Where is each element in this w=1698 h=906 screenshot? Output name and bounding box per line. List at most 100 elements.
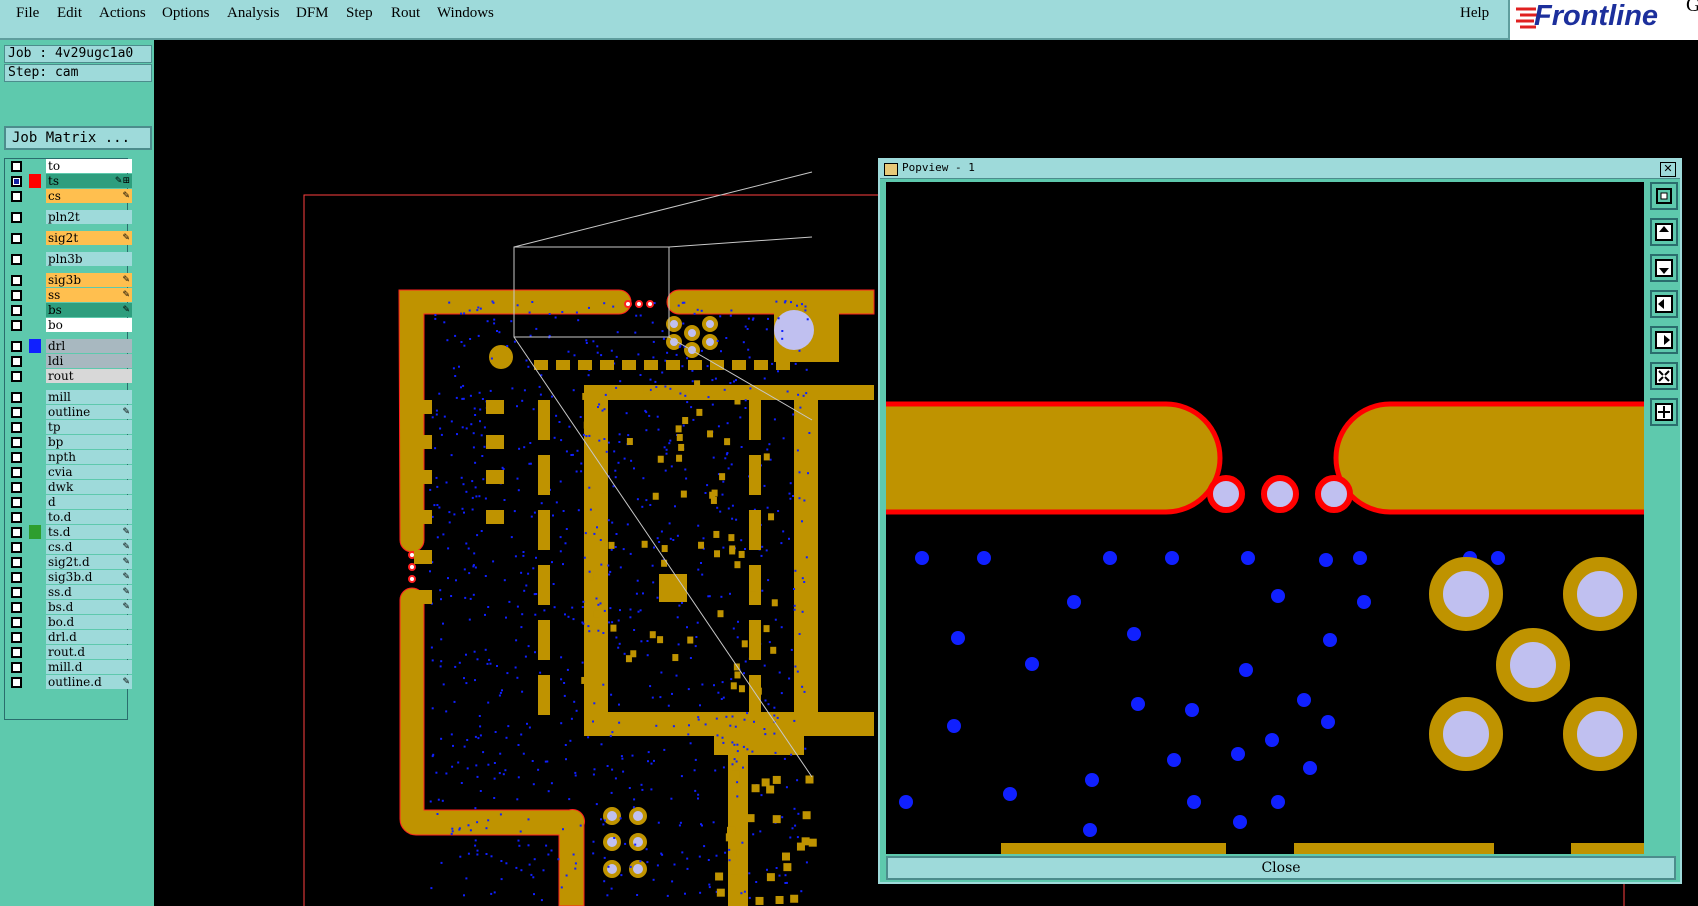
layer-name[interactable]: to xyxy=(46,159,132,173)
layer-name[interactable]: cs.d ✎ xyxy=(46,540,132,554)
menu-dfm[interactable]: DFM xyxy=(296,5,329,22)
menu-edit[interactable]: Edit xyxy=(57,5,82,22)
zoom-fit-icon[interactable] xyxy=(1650,362,1678,390)
layer-name[interactable]: sig3b ✎ xyxy=(46,273,132,287)
layer-name[interactable]: d xyxy=(46,495,132,509)
menu-file[interactable]: File xyxy=(16,5,39,22)
via-dot xyxy=(490,855,493,858)
popview-title-bar[interactable]: Popview - 1 ✕ xyxy=(880,160,1680,179)
via-dot xyxy=(596,351,599,354)
layer-name[interactable]: mill.d xyxy=(46,660,132,674)
layer-name[interactable]: outline.d ✎ xyxy=(46,675,132,689)
via-dot xyxy=(736,781,739,784)
menu-windows[interactable]: Windows xyxy=(437,5,494,22)
layer-checkbox[interactable] xyxy=(11,452,22,463)
layer-name[interactable]: outline ✎ xyxy=(46,405,132,419)
layer-checkbox[interactable] xyxy=(11,647,22,658)
layer-checkbox[interactable] xyxy=(11,512,22,523)
menu-step[interactable]: Step xyxy=(346,5,373,22)
layer-name[interactable]: bp xyxy=(46,435,132,449)
via-dot xyxy=(804,309,807,312)
via-dot xyxy=(744,325,747,328)
layer-checkbox[interactable] xyxy=(11,191,22,202)
popview-canvas[interactable] xyxy=(886,182,1644,854)
layer-name[interactable]: to.d xyxy=(46,510,132,524)
layer-checkbox[interactable] xyxy=(11,305,22,316)
layer-name[interactable]: dwk xyxy=(46,480,132,494)
layer-checkbox[interactable] xyxy=(11,392,22,403)
layer-name[interactable]: ts.d ✎ xyxy=(46,525,132,539)
layer-checkbox[interactable] xyxy=(11,290,22,301)
layer-checkbox[interactable] xyxy=(11,320,22,331)
layer-name[interactable]: sig3b.d ✎ xyxy=(46,570,132,584)
popview-close-button[interactable]: Close xyxy=(886,856,1676,880)
layer-checkbox[interactable] xyxy=(11,617,22,628)
layer-name[interactable]: mill xyxy=(46,390,132,404)
layer-checkbox[interactable] xyxy=(11,371,22,382)
layer-name[interactable]: drl xyxy=(46,339,132,353)
layer-checkbox[interactable] xyxy=(11,407,22,418)
layer-checkbox[interactable] xyxy=(11,602,22,613)
layer-checkbox[interactable] xyxy=(11,422,22,433)
layer-checkbox[interactable] xyxy=(11,437,22,448)
layer-checkbox[interactable] xyxy=(11,176,22,187)
close-icon[interactable]: ✕ xyxy=(1660,162,1676,177)
layer-name[interactable]: npth xyxy=(46,450,132,464)
via-dot xyxy=(555,501,558,504)
layer-name[interactable]: cs ✎ xyxy=(46,189,132,203)
layer-name[interactable]: rout xyxy=(46,369,132,383)
layer-checkbox[interactable] xyxy=(11,233,22,244)
layer-checkbox[interactable] xyxy=(11,527,22,538)
pan-right-icon[interactable] xyxy=(1650,326,1678,354)
layer-name[interactable]: ts ✎⊞ xyxy=(46,174,132,188)
layer-name[interactable]: sig2t ✎ xyxy=(46,231,132,245)
layer-name[interactable]: drl.d xyxy=(46,630,132,644)
via-dot xyxy=(760,794,763,797)
job-matrix-button[interactable]: Job Matrix ... xyxy=(4,126,152,150)
menu-options[interactable]: Options xyxy=(162,5,210,22)
layer-checkbox[interactable] xyxy=(11,275,22,286)
via-dot xyxy=(781,337,784,340)
layer-name[interactable]: pln3b xyxy=(46,252,132,266)
layer-name[interactable]: ss ✎ xyxy=(46,288,132,302)
layer-name[interactable]: ldi xyxy=(46,354,132,368)
layer-checkbox[interactable] xyxy=(11,677,22,688)
layer-checkbox[interactable] xyxy=(11,161,22,172)
layer-checkbox[interactable] xyxy=(11,572,22,583)
layer-checkbox[interactable] xyxy=(11,542,22,553)
menu-rout[interactable]: Rout xyxy=(391,5,420,22)
layer-name[interactable]: bs.d ✎ xyxy=(46,600,132,614)
layer-checkbox[interactable] xyxy=(11,341,22,352)
layer-checkbox[interactable] xyxy=(11,557,22,568)
layer-checkbox[interactable] xyxy=(11,467,22,478)
layer-name[interactable]: bs ✎ xyxy=(46,303,132,317)
menu-analysis[interactable]: Analysis xyxy=(227,5,280,22)
layer-checkbox[interactable] xyxy=(11,587,22,598)
via-dot xyxy=(452,367,455,370)
layer-name[interactable]: cvia xyxy=(46,465,132,479)
layer-checkbox[interactable] xyxy=(11,482,22,493)
pan-up-icon[interactable] xyxy=(1650,218,1678,246)
layer-checkbox[interactable] xyxy=(11,632,22,643)
layer-checkbox[interactable] xyxy=(11,212,22,223)
layer-name[interactable]: rout.d xyxy=(46,645,132,659)
layer-name[interactable]: ss.d ✎ xyxy=(46,585,132,599)
layer-checkbox[interactable] xyxy=(11,254,22,265)
layer-checkbox[interactable] xyxy=(11,497,22,508)
layer-name[interactable]: pln2t xyxy=(46,210,132,224)
zoom-in-icon[interactable] xyxy=(1650,182,1678,210)
via-dot xyxy=(499,752,502,755)
pan-down-icon[interactable] xyxy=(1650,254,1678,282)
layer-name[interactable]: bo.d xyxy=(46,615,132,629)
menu-actions[interactable]: Actions xyxy=(99,5,146,22)
layer-checkbox[interactable] xyxy=(11,662,22,673)
layer-name[interactable]: sig2t.d ✎ xyxy=(46,555,132,569)
layer-checkbox[interactable] xyxy=(11,356,22,367)
menu-help[interactable]: Help xyxy=(1460,5,1489,22)
pan-left-icon[interactable] xyxy=(1650,290,1678,318)
layer-name[interactable]: bo xyxy=(46,318,132,332)
via-dot xyxy=(734,725,737,728)
popview-zoom-view[interactable] xyxy=(886,182,1644,854)
layer-name[interactable]: tp xyxy=(46,420,132,434)
zoom-home-icon[interactable] xyxy=(1650,398,1678,426)
